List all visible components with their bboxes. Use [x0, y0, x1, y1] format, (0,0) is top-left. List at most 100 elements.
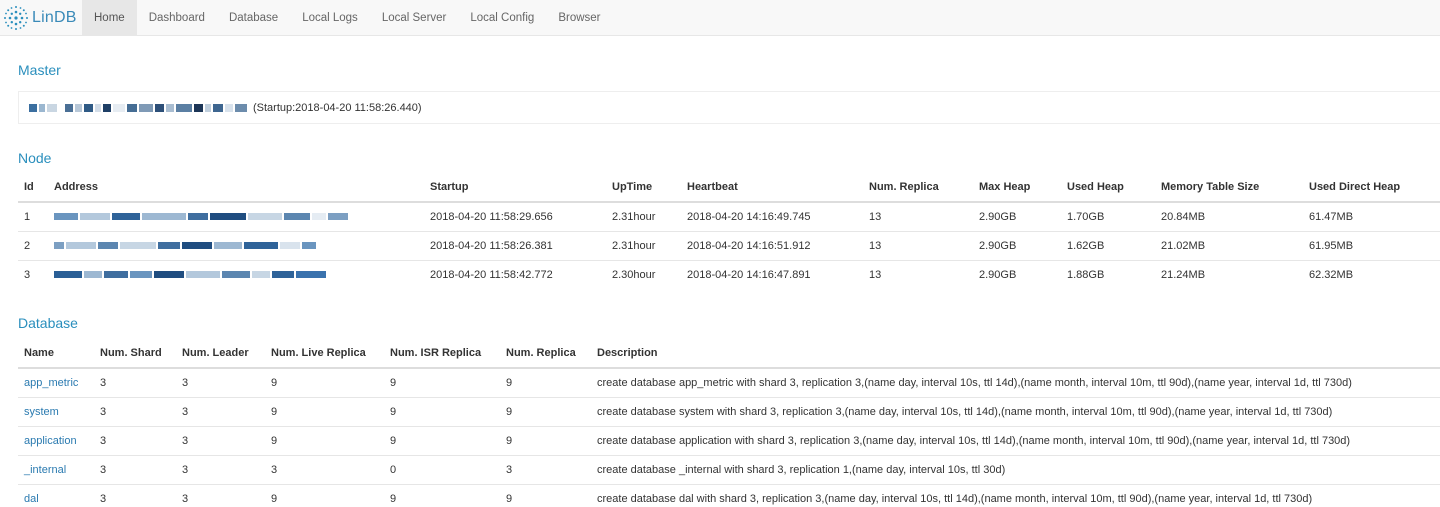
col-memory-table-size: Memory Table Size [1155, 172, 1303, 203]
nav-local-logs[interactable]: Local Logs [290, 0, 370, 35]
node-used-heap: 1.88GB [1061, 259, 1155, 289]
db-num-leader: 3 [176, 454, 265, 484]
db-num-isr-replica: 9 [384, 483, 500, 507]
node-startup: 2018-04-20 11:58:26.381 [424, 230, 606, 260]
col-num-leader: Num. Leader [176, 338, 265, 369]
lindb-logo-icon [4, 5, 28, 30]
node-memory-table-size: 21.02MB [1155, 230, 1303, 260]
brand-logo[interactable]: LinDB [0, 0, 82, 35]
node-table: Id Address Startup UpTime Heartbeat Num.… [18, 172, 1440, 289]
db-num-shard: 3 [94, 454, 176, 484]
node-used-heap: 1.70GB [1067, 210, 1105, 223]
col-num-isr-replica: Num. ISR Replica [384, 338, 500, 369]
db-num-isr-replica: 9 [384, 425, 500, 455]
col-uptime: UpTime [606, 172, 681, 203]
col-used-heap: Used Heap [1061, 172, 1155, 203]
col-num-replica: Num. Replica [863, 172, 973, 203]
db-num-replica: 3 [500, 454, 591, 484]
node-id: 1 [24, 210, 31, 223]
db-description: create database application with shard 3… [591, 425, 1440, 455]
db-description: create database system with shard 3, rep… [591, 396, 1440, 426]
node-num-replica: 13 [863, 230, 973, 260]
main-content: Master (Startup:2018-04-20 11:58:26.440)… [0, 62, 1440, 507]
col-heartbeat: Heartbeat [681, 172, 863, 203]
col-address: Address [48, 172, 424, 203]
node-heartbeat: 2018-04-20 14:16:49.745 [687, 210, 811, 223]
table-row: app_metric 3 3 9 9 9 create database app… [18, 368, 1440, 397]
db-name-link[interactable]: system [24, 406, 59, 418]
node-used-heap: 1.62GB [1061, 230, 1155, 260]
db-num-live-replica: 9 [265, 483, 384, 507]
db-num-shard: 3 [94, 396, 176, 426]
db-num-replica: 9 [506, 376, 513, 389]
nav-local-config[interactable]: Local Config [458, 0, 546, 35]
database-title: Database [18, 315, 78, 331]
db-description: create database dal with shard 3, replic… [591, 483, 1440, 507]
col-description: Description [591, 338, 1440, 369]
db-num-live-replica: 9 [265, 425, 384, 455]
db-num-leader: 3 [176, 483, 265, 507]
nav-database[interactable]: Database [217, 0, 290, 35]
node-startup: 2018-04-20 11:58:29.656 [430, 210, 553, 223]
table-row: 2 2018-04-20 11:58:26.381 2.31hour 2018-… [18, 230, 1440, 260]
nav-dashboard[interactable]: Dashboard [137, 0, 217, 35]
node-max-heap: 2.90GB [973, 259, 1061, 289]
brand-name: LinDB [32, 8, 77, 26]
table-row: dal 3 3 9 9 9 create database dal with s… [18, 483, 1440, 507]
master-address-redacted [29, 102, 249, 114]
db-num-leader: 3 [176, 425, 265, 455]
node-heartbeat: 2018-04-20 14:16:47.891 [681, 259, 863, 289]
top-navbar: LinDB Home Dashboard Database Local Logs… [0, 0, 1440, 36]
node-heartbeat: 2018-04-20 14:16:51.912 [681, 230, 863, 260]
node-used-direct-heap: 61.95MB [1303, 230, 1440, 260]
col-startup: Startup [424, 172, 606, 203]
db-num-replica: 9 [500, 483, 591, 507]
node-num-replica: 13 [869, 210, 882, 223]
nav-home[interactable]: Home [82, 0, 137, 35]
database-header-row: Name Num. Shard Num. Leader Num. Live Re… [18, 338, 1440, 369]
col-id: Id [18, 172, 48, 203]
db-num-shard: 3 [94, 425, 176, 455]
col-num-live-replica: Num. Live Replica [265, 338, 384, 369]
node-max-heap: 2.90GB [979, 210, 1017, 223]
node-id: 2 [18, 230, 48, 260]
node-num-replica: 13 [863, 259, 973, 289]
db-name-link[interactable]: dal [24, 493, 39, 505]
master-startup: (Startup:2018-04-20 11:58:26.440) [253, 101, 422, 114]
node-address-redacted [48, 230, 424, 260]
col-db-num-replica: Num. Replica [500, 338, 591, 369]
table-row: 1 2018-04-20 11:58:29.656 2.31hour 2018-… [18, 202, 1440, 231]
node-id: 3 [18, 259, 48, 289]
node-header-row: Id Address Startup UpTime Heartbeat Num.… [18, 172, 1440, 203]
nav-browser[interactable]: Browser [546, 0, 612, 35]
col-num-shard: Num. Shard [94, 338, 176, 369]
db-description: create database _internal with shard 3, … [591, 454, 1440, 484]
node-used-direct-heap: 62.32MB [1303, 259, 1440, 289]
db-num-leader: 3 [176, 396, 265, 426]
master-title: Master [18, 62, 61, 78]
node-max-heap: 2.90GB [973, 230, 1061, 260]
db-name-link[interactable]: app_metric [24, 377, 78, 389]
node-uptime: 2.31hour [606, 230, 681, 260]
database-table: Name Num. Shard Num. Leader Num. Live Re… [18, 338, 1440, 507]
table-row: application 3 3 9 9 9 create database ap… [18, 425, 1440, 455]
db-name-link[interactable]: application [24, 435, 77, 447]
node-used-direct-heap: 61.47MB [1309, 210, 1354, 223]
db-num-shard: 3 [100, 376, 107, 389]
node-address-redacted [48, 202, 424, 231]
db-num-shard: 3 [94, 483, 176, 507]
db-name-link[interactable]: _internal [24, 464, 66, 476]
db-description: create database app_metric with shard 3,… [597, 376, 1352, 389]
node-address-redacted [48, 259, 424, 289]
node-uptime: 2.31hour [612, 210, 656, 223]
db-num-isr-replica: 0 [384, 454, 500, 484]
db-num-live-replica: 9 [265, 396, 384, 426]
nav-local-server[interactable]: Local Server [370, 0, 459, 35]
table-row: system 3 3 9 9 9 create database system … [18, 396, 1440, 426]
db-num-replica: 9 [500, 396, 591, 426]
db-num-replica: 9 [500, 425, 591, 455]
db-num-leader: 3 [182, 376, 189, 389]
db-num-live-replica: 3 [265, 454, 384, 484]
db-num-isr-replica: 9 [384, 396, 500, 426]
col-used-direct-heap: Used Direct Heap [1303, 172, 1440, 203]
